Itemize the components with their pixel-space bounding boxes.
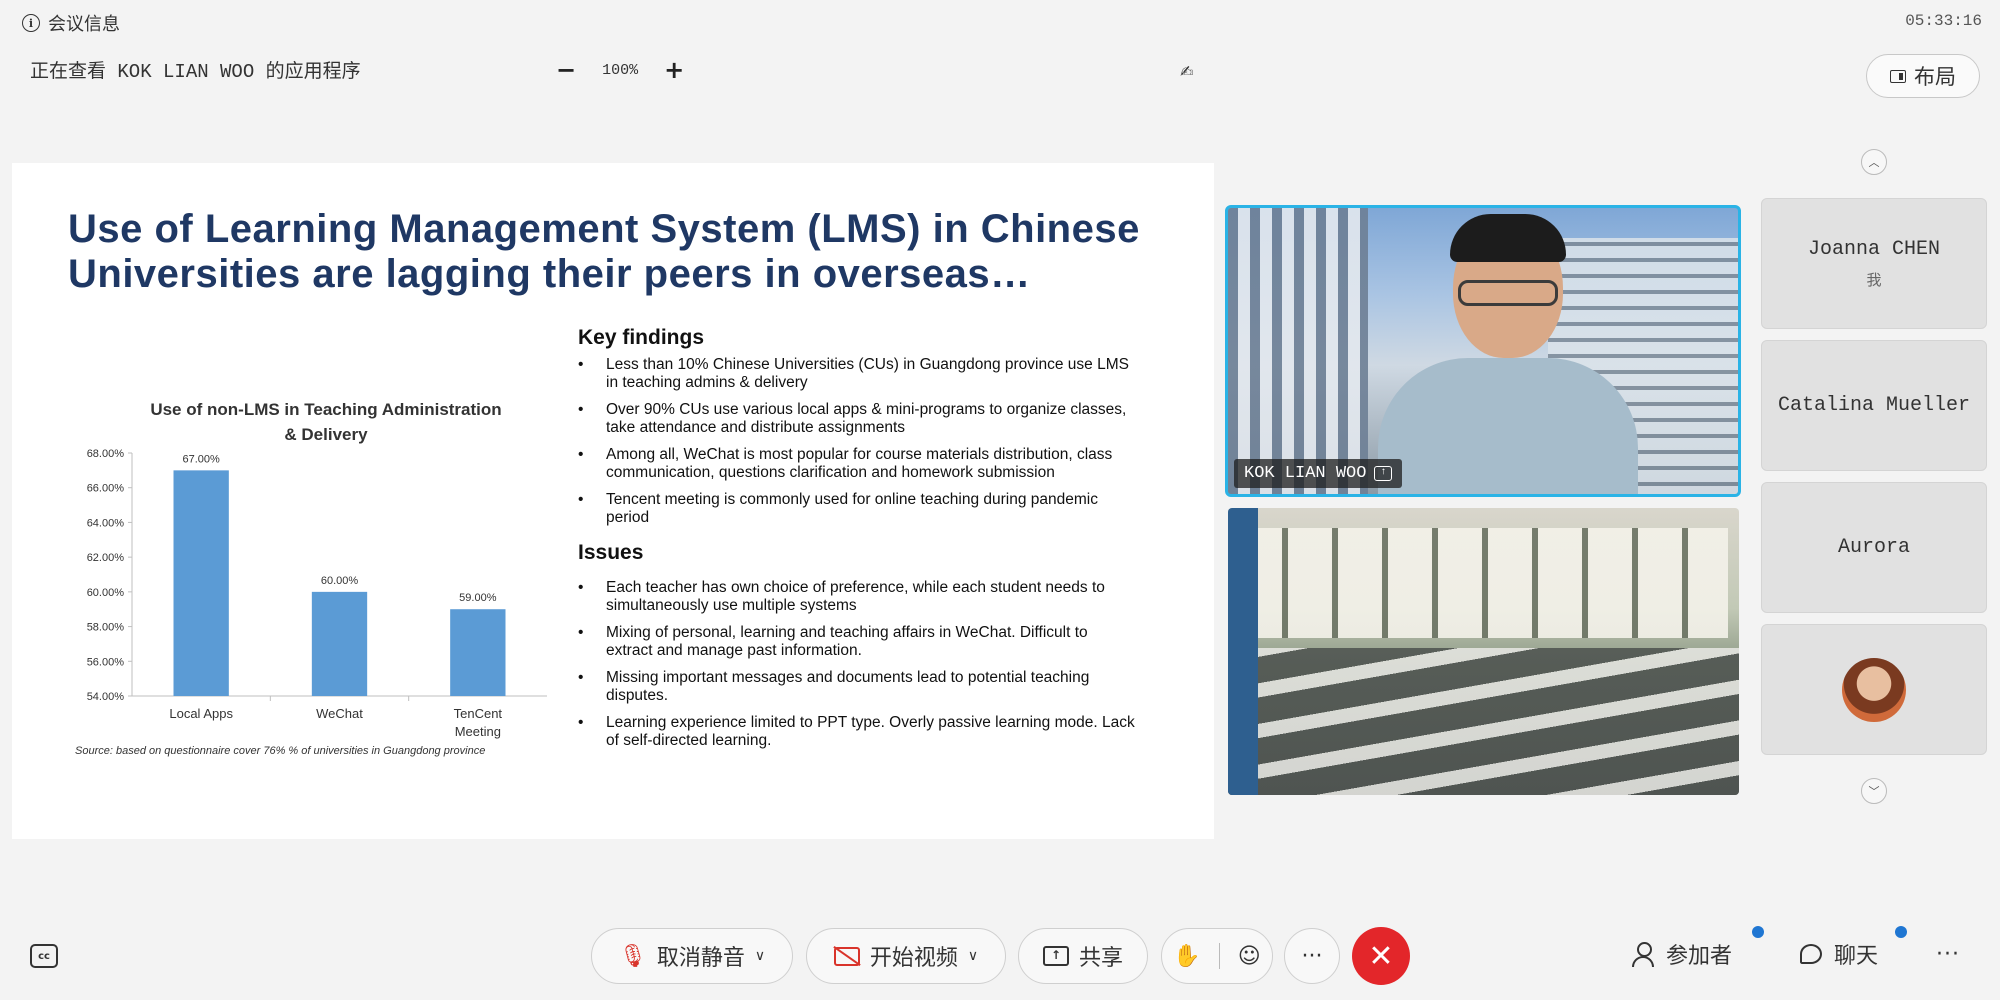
y-tick-label: 62.00% (87, 552, 125, 564)
chart-source: Source: based on questionnaire cover 76%… (75, 745, 486, 757)
participant-tile[interactable]: Catalina Mueller (1761, 340, 1987, 471)
key-findings-list: Less than 10% Chinese Universities (CUs)… (578, 356, 1138, 527)
bar (173, 470, 229, 696)
speaker-name-tag: KOK LIAN WOO ↑ (1234, 459, 1403, 488)
layout-icon (1890, 69, 1906, 83)
captions-icon[interactable]: cc (30, 944, 58, 968)
zoom-controls: − 100% + (556, 58, 684, 82)
participant-tile[interactable]: Aurora (1761, 482, 1987, 613)
participant-name: Joanna CHEN (1807, 237, 1941, 261)
list-item: Learning experience limited to PPT type.… (578, 714, 1138, 750)
list-item: Among all, WeChat is most popular for co… (578, 446, 1138, 482)
findings-panel: Key findings Less than 10% Chinese Unive… (578, 326, 1138, 759)
speaker-figure (1378, 214, 1638, 494)
more-icon: ··· (1301, 943, 1323, 969)
mute-label: 取消静音 (656, 946, 745, 971)
self-tag: 我 (1866, 270, 1882, 289)
y-tick-label: 56.00% (87, 656, 125, 668)
list-item: Missing important messages and documents… (578, 669, 1138, 705)
y-tick-label: 66.00% (87, 483, 125, 495)
pen-icon[interactable]: ✍ (1180, 62, 1193, 81)
info-icon: i (22, 14, 40, 32)
issues-heading: Issues (578, 541, 644, 564)
participants-icon (1632, 942, 1654, 967)
x-tick-label: WeChat (316, 706, 363, 721)
y-tick-label: 54.00% (87, 691, 125, 703)
chat-button[interactable]: 聊天 (1800, 938, 1878, 970)
scroll-down-icon[interactable]: ﹀ (1861, 778, 1887, 804)
scroll-up-icon[interactable]: ︿ (1861, 149, 1887, 175)
data-label: 59.00% (459, 592, 497, 604)
bar (450, 609, 506, 696)
meeting-clock: 05:33:16 (1905, 12, 1982, 30)
speaker-video[interactable]: KOK LIAN WOO ↑ (1225, 205, 1741, 497)
layout-label: 布局 (1914, 65, 1956, 89)
y-tick-label: 60.00% (87, 587, 125, 599)
video-button[interactable]: 开始视频 ∨ (806, 928, 1006, 984)
more-icon[interactable]: ··· (1936, 942, 1960, 967)
data-label: 60.00% (321, 575, 359, 587)
chat-label: 聊天 (1834, 944, 1879, 969)
chat-icon (1800, 944, 1822, 964)
x-tick-label: Meeting (455, 724, 501, 739)
share-label: 共享 (1078, 946, 1123, 971)
bar (311, 591, 368, 696)
mute-button[interactable]: 🎙 取消静音 ∨ (591, 928, 793, 984)
mic-off-icon: 🎙 (618, 943, 647, 969)
avatar (1842, 657, 1906, 722)
x-tick-label: TenCent (454, 706, 503, 721)
data-label: 67.00% (183, 453, 221, 465)
speaker-name: KOK LIAN WOO (1244, 464, 1367, 483)
reactions-group: ✋ ☺ (1161, 928, 1273, 984)
shared-screen[interactable]: Use of Learning Management System (LMS) … (12, 163, 1214, 839)
chevron-down-icon[interactable]: ∨ (968, 948, 978, 964)
video-label: 开始视频 (869, 946, 958, 971)
bar-chart: Use of non-LMS in Teaching Administratio… (52, 393, 552, 753)
slide-title: Use of Learning Management System (LMS) … (68, 207, 1140, 296)
participants-button[interactable]: 参加者 (1632, 938, 1732, 970)
video-background (1228, 208, 1368, 494)
issues-list: Each teacher has own choice of preferenc… (578, 579, 1138, 750)
list-item: Each teacher has own choice of preferenc… (578, 579, 1138, 615)
end-call-button[interactable]: ✕ (1352, 927, 1410, 985)
list-item: Mixing of personal, learning and teachin… (578, 624, 1138, 660)
participant-name: Catalina Mueller (1777, 394, 1971, 417)
viewing-label: 正在查看 KOK LIAN WOO 的应用程序 (30, 61, 361, 83)
chart-title-line1: Use of non-LMS in Teaching Administratio… (150, 400, 501, 419)
zoom-level: 100% (602, 61, 639, 79)
y-tick-label: 58.00% (87, 622, 125, 634)
list-item: Tencent meeting is commonly used for onl… (578, 491, 1138, 527)
layout-button[interactable]: 布局 (1866, 54, 1980, 98)
y-tick-label: 64.00% (87, 517, 125, 529)
video-off-icon (833, 946, 860, 966)
chart-title-line2: & Delivery (284, 425, 368, 444)
participant-tile[interactable]: Joanna CHEN 我 (1761, 198, 1987, 329)
share-icon: ↑ (1042, 946, 1069, 966)
chat-badge (1895, 926, 1907, 938)
meeting-info-label: 会议信息 (48, 14, 120, 35)
participant-tile[interactable] (1761, 624, 1987, 755)
reaction-icon[interactable]: ☺ (1238, 944, 1261, 969)
key-findings-heading: Key findings (578, 326, 705, 349)
end-call-icon: ✕ (1368, 938, 1394, 974)
participants-label: 参加者 (1666, 944, 1733, 969)
participants-badge (1752, 926, 1764, 938)
zoom-out-icon[interactable]: − (556, 58, 576, 82)
raise-hand-icon[interactable]: ✋ (1173, 944, 1200, 969)
list-item: Over 90% CUs use various local apps & mi… (578, 401, 1138, 437)
chevron-down-icon[interactable]: ∨ (755, 948, 765, 964)
share-button[interactable]: ↑ 共享 (1018, 928, 1148, 984)
x-tick-label: Local Apps (169, 706, 233, 721)
y-tick-label: 68.00% (87, 448, 125, 460)
room-video[interactable] (1228, 508, 1739, 795)
zoom-in-icon[interactable]: + (664, 58, 684, 82)
participant-name: Aurora (1837, 536, 1910, 559)
more-options-button[interactable]: ··· (1284, 928, 1340, 984)
list-item: Less than 10% Chinese Universities (CUs)… (578, 356, 1138, 392)
chart-svg: Use of non-LMS in Teaching Administratio… (87, 400, 547, 739)
meeting-info-button[interactable]: i 会议信息 (22, 10, 120, 36)
sharing-icon: ↑ (1374, 466, 1393, 481)
